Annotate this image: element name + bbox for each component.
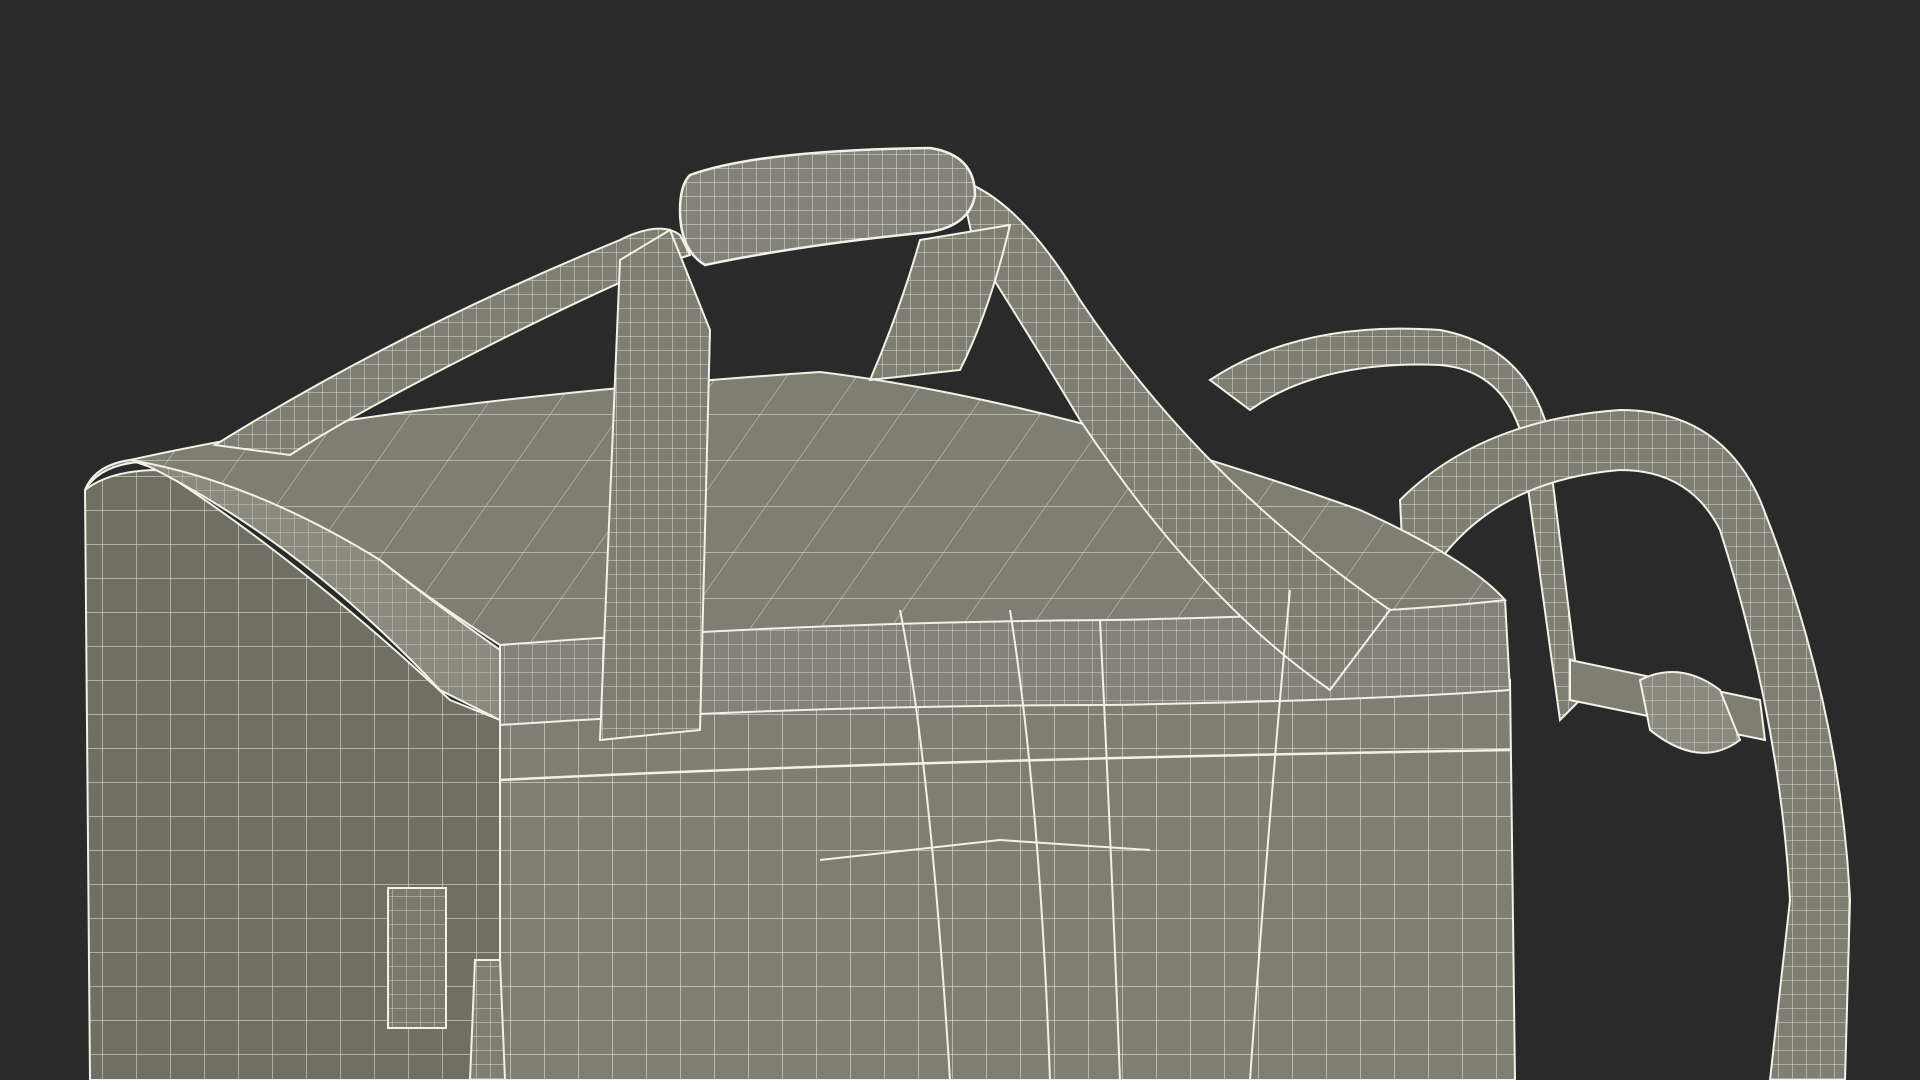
carry-strap-front-drop [598, 228, 712, 742]
side-pocket-tab [387, 887, 447, 1029]
bag-front-face [499, 678, 1517, 1080]
wireframe-bag-render [83, 146, 1852, 1080]
render-viewport [0, 0, 1920, 1080]
zipper-pull [468, 959, 507, 1080]
carry-strap-rear-drop [868, 223, 1012, 382]
sternum-strap-buckle [1569, 658, 1767, 754]
